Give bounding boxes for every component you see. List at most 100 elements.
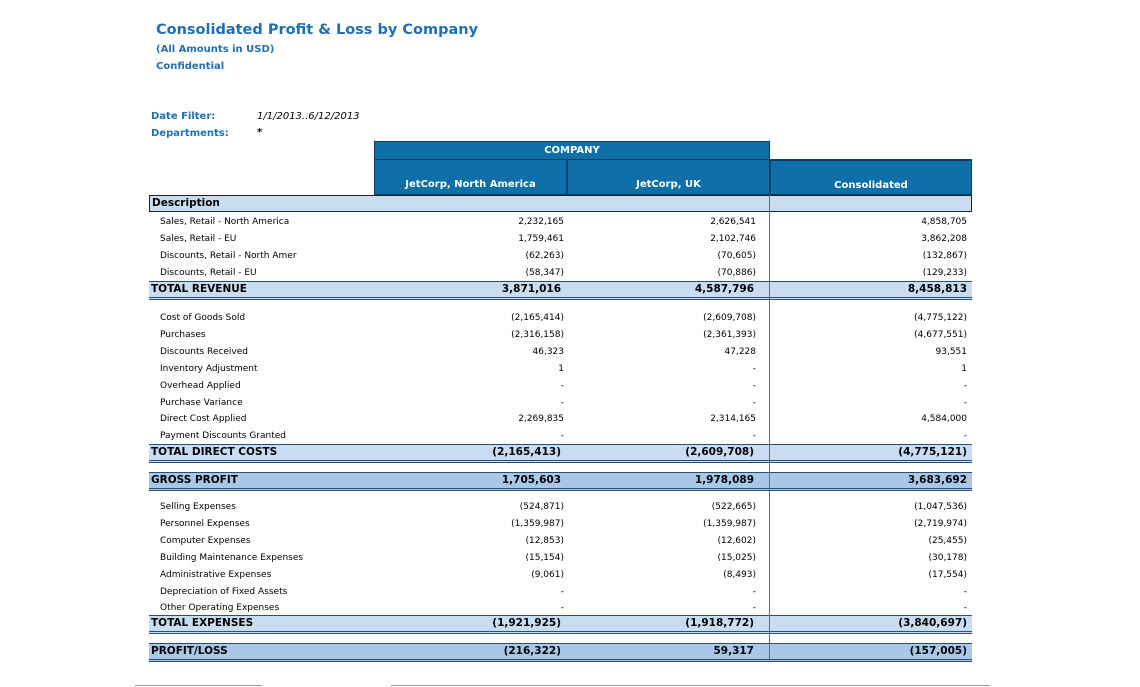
value-jetcorp-uk: - [752, 397, 756, 408]
departments-value: * [257, 127, 263, 138]
value-consolidated: 1 [961, 363, 967, 374]
total-jetcorp-uk: (1,918,772) [685, 617, 754, 629]
line-item-label: Sales, Retail - North America [160, 217, 290, 227]
value-jetcorp-na: 1 [558, 363, 564, 374]
value-jetcorp-na: (2,316,158) [511, 329, 564, 340]
total-label: TOTAL REVENUE [151, 283, 247, 295]
total-revenue-row: TOTAL REVENUE 3,871,016 4,587,796 8,458,813 [149, 281, 972, 300]
expense-row: Building Maintenance Expenses (15,154) (15… [149, 550, 972, 567]
value-jetcorp-na: (15,154) [525, 552, 564, 563]
value-consolidated: - [963, 380, 967, 391]
value-consolidated: (25,455) [928, 535, 967, 546]
line-item-label: Purchases [160, 329, 206, 340]
line-item-label: Personnel Expenses [160, 518, 250, 529]
value-jetcorp-na: - [560, 380, 564, 391]
revenue-row: Discounts, Retail - North Amer (62,263) (7… [149, 248, 972, 265]
value-jetcorp-uk: 2,314,165 [710, 414, 756, 425]
value-jetcorp-uk: - [752, 363, 756, 374]
company-group-header: COMPANY [374, 141, 770, 159]
value-jetcorp-na: (62,263) [525, 250, 564, 261]
value-consolidated: (2,719,974) [914, 518, 967, 529]
value-jetcorp-uk: (70,886) [717, 267, 756, 278]
report-title: Consolidated Profit & Loss by Company [156, 22, 479, 38]
expense-row: Selling Expenses (524,871) (522,665) (1,047… [149, 499, 972, 516]
line-item-label: Selling Expenses [160, 502, 236, 512]
description-header: Description [149, 195, 972, 212]
column-divider [769, 195, 770, 659]
value-jetcorp-na: - [560, 431, 564, 442]
total-label: PROFIT/LOSS [151, 645, 228, 657]
line-item-label: Inventory Adjustment [160, 363, 258, 374]
value-consolidated: (4,775,122) [914, 313, 967, 323]
value-consolidated: - [963, 603, 967, 614]
value-consolidated: (30,178) [928, 552, 967, 563]
total-consolidated: (3,840,697) [898, 617, 967, 629]
value-jetcorp-na: - [560, 603, 564, 614]
line-item-label: Computer Expenses [160, 535, 251, 546]
value-consolidated: - [963, 397, 967, 408]
value-consolidated: (129,233) [922, 267, 967, 278]
line-item-label: Depreciation of Fixed Assets [160, 586, 288, 597]
description-label: Description [152, 197, 220, 209]
value-jetcorp-na: 1,759,461 [518, 233, 564, 244]
value-jetcorp-na: (1,359,987) [511, 518, 564, 529]
value-jetcorp-na: 2,269,835 [518, 414, 564, 425]
total-jetcorp-na: 1,705,603 [501, 474, 561, 486]
footer-rule-left [135, 685, 262, 686]
line-item-label: Discounts, Retail - North Amer [160, 250, 297, 261]
departments-label: Departments: [151, 128, 229, 139]
total-expenses-row: TOTAL EXPENSES (1,921,925) (1,918,772) (3,8… [149, 615, 972, 634]
value-jetcorp-uk: - [752, 603, 756, 614]
value-jetcorp-uk: (2,361,393) [703, 329, 756, 340]
expense-row: Administrative Expenses (9,061) (8,493) (17… [149, 567, 972, 584]
value-jetcorp-na: (12,853) [525, 535, 564, 546]
value-jetcorp-na: - [560, 397, 564, 408]
value-jetcorp-uk: 2,626,541 [710, 217, 756, 227]
value-consolidated: 4,858,705 [921, 217, 967, 227]
line-item-label: Direct Cost Applied [160, 414, 247, 425]
total-consolidated: 3,683,692 [907, 474, 967, 486]
value-jetcorp-na: - [560, 586, 564, 597]
direct-cost-row: Cost of Goods Sold (2,165,414) (2,609,708)… [149, 310, 972, 327]
value-consolidated: - [963, 431, 967, 442]
value-jetcorp-uk: 47,228 [724, 346, 757, 357]
value-jetcorp-uk: (15,025) [717, 552, 756, 563]
total-jetcorp-na: (2,165,413) [492, 446, 561, 458]
total-jetcorp-uk: 4,587,796 [694, 283, 754, 295]
gross-profit-row: GROSS PROFIT 1,705,603 1,978,089 3,683,692 [149, 472, 972, 491]
value-jetcorp-na: 2,232,165 [518, 217, 564, 227]
direct-cost-row: Discounts Received 46,323 47,228 93,551 [149, 344, 972, 361]
line-item-label: Building Maintenance Expenses [160, 552, 304, 563]
direct-cost-row: Payment Discounts Granted - - - [149, 428, 972, 445]
value-jetcorp-uk: (1,359,987) [703, 518, 756, 529]
value-jetcorp-na: (58,347) [525, 267, 564, 278]
value-consolidated: 4,584,000 [921, 414, 967, 425]
direct-cost-row: Direct Cost Applied 2,269,835 2,314,165 4,5… [149, 411, 972, 428]
value-jetcorp-na: (2,165,414) [511, 313, 564, 323]
total-label: TOTAL DIRECT COSTS [151, 446, 278, 458]
value-consolidated: 93,551 [935, 346, 968, 357]
total-label: GROSS PROFIT [151, 474, 238, 486]
value-consolidated: (132,867) [922, 250, 967, 261]
direct-cost-row: Purchases (2,316,158) (2,361,393) (4,677,55… [149, 327, 972, 344]
value-jetcorp-uk: (12,602) [717, 535, 756, 546]
total-jetcorp-uk: (2,609,708) [685, 446, 754, 458]
value-jetcorp-uk: 2,102,746 [710, 233, 756, 244]
column-header-jetcorp-uk: JetCorp, UK [567, 159, 770, 195]
total-jetcorp-uk: 59,317 [713, 645, 754, 657]
date-filter-label: Date Filter: [151, 111, 216, 122]
total-consolidated: (4,775,121) [898, 446, 967, 458]
line-item-label: Cost of Goods Sold [160, 313, 246, 323]
line-item-label: Purchase Variance [160, 397, 243, 408]
line-item-label: Sales, Retail - EU [160, 233, 237, 244]
value-consolidated: (17,554) [928, 569, 967, 580]
column-header-jetcorp-na: JetCorp, North America [374, 159, 567, 195]
line-item-label: Discounts, Retail - EU [160, 267, 257, 278]
profit-loss-row: PROFIT/LOSS (216,322) 59,317 (157,005) [149, 643, 972, 662]
value-consolidated: (4,677,551) [914, 329, 967, 340]
total-jetcorp-na: 3,871,016 [501, 283, 561, 295]
line-item-label: Payment Discounts Granted [160, 431, 286, 442]
line-item-label: Administrative Expenses [160, 569, 272, 580]
revenue-row: Discounts, Retail - EU (58,347) (70,886) (1… [149, 265, 972, 282]
date-filter-value: 1/1/2013..6/12/2013 [257, 111, 360, 122]
